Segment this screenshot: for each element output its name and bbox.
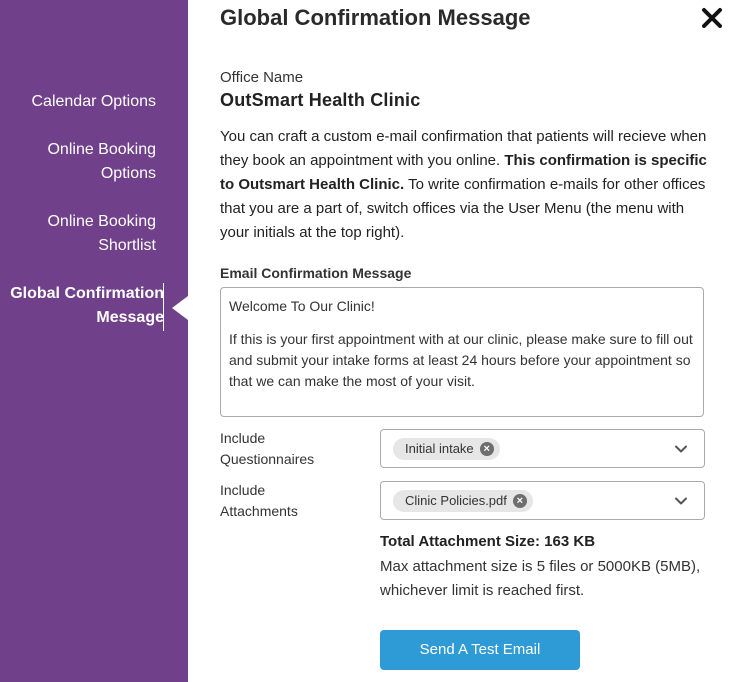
max-attachment-note: Max attachment size is 5 files or 5000KB…	[380, 558, 701, 599]
sidebar-item-label: Online Booking	[47, 213, 156, 230]
include-questionnaires-label: Include Questionnaires	[220, 428, 314, 470]
chevron-down-icon[interactable]	[674, 442, 688, 456]
chip-label: Initial intake	[405, 441, 474, 456]
label-line: Attachments	[220, 503, 298, 519]
label-line: Include	[220, 430, 266, 446]
sidebar-item-label: Message	[96, 309, 164, 326]
sidebar-item-global-confirmation-message[interactable]: Global Confirmation Message	[10, 282, 164, 330]
total-attachment-size: Total Attachment Size: 163 KB	[380, 533, 596, 550]
remove-chip-icon[interactable]: ×	[479, 442, 494, 456]
sidebar-item-label: Online Booking	[47, 141, 156, 158]
office-name-label: Office Name	[220, 69, 304, 86]
close-icon	[702, 8, 722, 28]
sidebar-item-label: Options	[100, 165, 156, 182]
close-button[interactable]	[700, 6, 724, 30]
questionnaire-chip: Initial intake ×	[393, 438, 500, 460]
office-name-value: OutSmart Health Clinic	[220, 90, 421, 110]
sidebar-item-online-booking-shortlist[interactable]: Online Booking Shortlist	[47, 210, 156, 258]
active-indicator-notch	[172, 296, 188, 320]
sidebar-item-label: Shortlist	[98, 237, 156, 254]
sidebar: Calendar Options Online Booking Options …	[0, 0, 188, 682]
label-line: Questionnaires	[220, 451, 315, 467]
sidebar-item-online-booking-options[interactable]: Online Booking Options	[47, 138, 156, 186]
send-test-email-button[interactable]: Send A Test Email	[380, 630, 580, 670]
email-message-paragraph-1: Welcome To Our Clinic!	[229, 298, 375, 314]
sidebar-item-label: Calendar Options	[31, 93, 156, 110]
page-title: Global Confirmation Message	[220, 5, 531, 30]
label-line: Include	[220, 482, 266, 498]
active-indicator-bar	[163, 283, 164, 331]
attachment-chip: Clinic Policies.pdf ×	[393, 490, 533, 512]
email-message-label: Email Confirmation Message	[220, 265, 412, 281]
sidebar-item-calendar-options[interactable]: Calendar Options	[31, 90, 156, 114]
chip-label: Clinic Policies.pdf	[405, 493, 507, 508]
attachments-select[interactable]: Clinic Policies.pdf ×	[380, 481, 705, 520]
chevron-down-icon[interactable]	[674, 494, 688, 508]
questionnaires-select[interactable]: Initial intake ×	[380, 429, 705, 468]
remove-chip-icon[interactable]: ×	[512, 494, 527, 508]
sidebar-item-label: Global Confirmation	[10, 285, 164, 302]
include-attachments-label: Include Attachments	[220, 480, 298, 522]
description-text: You can craft a custom e-mail confirmati…	[220, 125, 710, 245]
email-message-textarea[interactable]: Welcome To Our Clinic! If this is your f…	[220, 287, 704, 417]
email-message-paragraph-2: If this is your first appointment with a…	[229, 331, 693, 389]
